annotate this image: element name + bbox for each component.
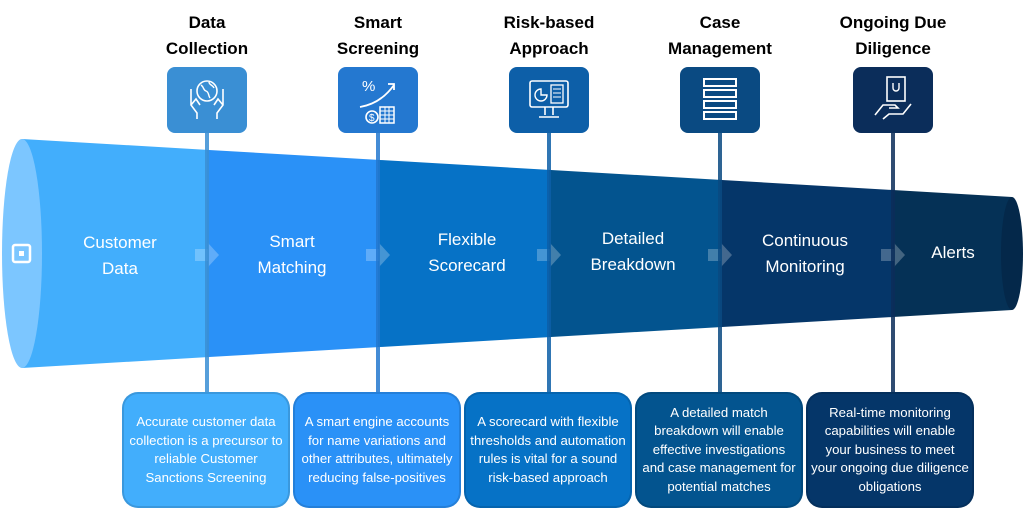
funnel-stage-line: Detailed xyxy=(601,229,665,248)
funnel-stage-label: Continuous Monitoring xyxy=(730,228,880,280)
hand-bag-icon xyxy=(874,76,912,120)
funnel-stage-line: Matching xyxy=(257,258,327,277)
step-title: Risk-based Approach xyxy=(474,10,624,62)
step-icon-box xyxy=(853,67,933,133)
step-title-line: Management xyxy=(668,39,772,58)
step-description: A detailed match breakdown will enable e… xyxy=(635,392,803,508)
funnel-stage-line: Alerts xyxy=(931,243,975,262)
funnel-stage-label: Smart Matching xyxy=(217,229,367,281)
step-title-line: Collection xyxy=(165,39,249,58)
funnel-stage-line: Continuous xyxy=(761,231,848,250)
funnel-stage-line: Scorecard xyxy=(428,256,506,275)
step-title-line: Screening xyxy=(336,39,420,58)
funnel-stage-line: Monitoring xyxy=(765,257,845,276)
step-description: A smart engine accounts for name variati… xyxy=(293,392,461,508)
percent-growth-icon: %$ xyxy=(359,78,395,124)
funnel-stage-line: Data xyxy=(102,259,138,278)
list-rows-icon xyxy=(703,78,737,120)
step-description: Accurate customer data collection is a p… xyxy=(122,392,290,508)
funnel-stage-label: Alerts xyxy=(878,240,1024,266)
step-title-line: Diligence xyxy=(855,39,931,58)
step-icon-box xyxy=(680,67,760,133)
funnel-stage-line: Flexible xyxy=(437,230,497,249)
step-title-line: Smart xyxy=(353,13,403,32)
hands-globe-icon xyxy=(190,80,224,119)
funnel-stage-label: Detailed Breakdown xyxy=(558,226,708,278)
step-title: Ongoing Due Diligence xyxy=(818,10,968,62)
step-description: Real-time monitoring capabilities will e… xyxy=(806,392,974,508)
step-icon-box: % $ xyxy=(338,67,418,133)
svg-text:$: $ xyxy=(369,113,375,124)
step-title: Case Management xyxy=(645,10,795,62)
funnel-stage-line: Breakdown xyxy=(590,255,676,274)
svg-text:%: % xyxy=(362,78,375,95)
step-title-line: Data xyxy=(188,13,226,32)
funnel-stage-label: Flexible Scorecard xyxy=(392,227,542,279)
step-title-line: Case xyxy=(699,13,741,32)
funnel-stage-line: Smart xyxy=(269,232,315,251)
step-title: Data Collection xyxy=(132,10,282,62)
monitor-chart-icon xyxy=(529,80,569,118)
funnel-stage-label: Customer Data xyxy=(45,230,195,282)
step-title-line: Approach xyxy=(509,39,589,58)
step-description: A scorecard with flexible thresholds and… xyxy=(464,392,632,508)
step-title-line: Risk-based xyxy=(503,13,595,32)
step-icon-box xyxy=(509,67,589,133)
step-title: Smart Screening xyxy=(303,10,453,62)
funnel-stage-line: Customer xyxy=(83,233,157,252)
step-icon-box xyxy=(167,67,247,133)
step-title-line: Ongoing Due xyxy=(839,13,947,32)
target-icon-center xyxy=(19,251,24,256)
